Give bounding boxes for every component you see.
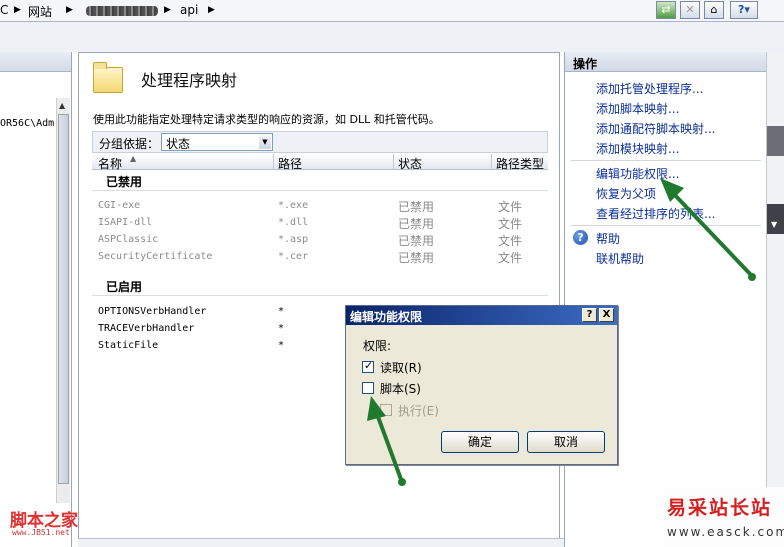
feature-pane: 处理程序映射 使用此功能指定处理特定请求类型的响应的资源，如 DLL 和托管代码…	[78, 52, 560, 547]
action-add-script-map[interactable]: 添加脚本映射...	[596, 100, 679, 117]
group-by-value: 状态	[166, 137, 191, 151]
connections-header	[0, 52, 71, 72]
cell-name: TRACEVerbHandler	[98, 323, 195, 334]
action-add-managed-handler[interactable]: 添加托管处理程序...	[596, 80, 703, 97]
cell-type: 文件	[498, 217, 523, 231]
action-add-module-map[interactable]: 添加模块映射...	[596, 140, 679, 157]
actions-divider	[571, 160, 761, 161]
group-by-select[interactable]: 状态 ▼	[161, 133, 273, 151]
action-revert-to-parent[interactable]: 恢复为父项	[596, 185, 656, 202]
edit-permissions-dialog: 编辑功能权限 ? X 权限: 读取(R) 脚本(S) 执行(E) 确定 取消	[345, 305, 618, 465]
breadcrumb-sites[interactable]: 网站	[28, 3, 52, 20]
cell-name: SecurityCertificate	[98, 251, 213, 262]
cell-path: *	[278, 323, 285, 334]
scrollbar-thumb[interactable]	[58, 114, 69, 484]
breadcrumb-separator-icon[interactable]: ▶	[66, 5, 73, 15]
action-view-ordered-list[interactable]: 查看经过排序的列表...	[596, 205, 715, 222]
breadcrumb-separator-icon[interactable]: ▶	[14, 5, 21, 15]
breadcrumb-separator-icon[interactable]: ▶	[208, 5, 215, 15]
edge-block	[767, 126, 784, 156]
cell-name: CGI-exe	[98, 200, 141, 211]
cell-name: OPTIONSVerbHandler	[98, 306, 207, 317]
action-online-help[interactable]: 联机帮助	[596, 250, 644, 267]
dialog-close-button[interactable]: X	[599, 308, 614, 322]
actions-header: 操作	[565, 52, 767, 72]
cell-state: 已禁用	[398, 234, 435, 248]
execute-checkbox-label: 执行(E)	[398, 404, 439, 418]
action-add-wildcard-script-map[interactable]: 添加通配符脚本映射...	[596, 120, 715, 137]
cell-name: ISAPI-dll	[98, 217, 153, 228]
address-bar[interactable]: C ▶ 网站 ▶ ▶ api ▶ ⇄ ✕ ⌂ ?▾	[0, 0, 784, 22]
group-header-disabled: 已禁用	[106, 175, 143, 189]
redacted-site-name	[86, 6, 158, 16]
read-checkbox[interactable]	[362, 359, 374, 373]
connections-scrollbar[interactable]: ▲	[56, 98, 70, 503]
feature-pane-bottom-bar	[78, 538, 564, 547]
dialog-help-button[interactable]: ?	[582, 308, 597, 322]
cancel-button[interactable]: 取消	[527, 431, 605, 453]
sort-ascending-icon: ▲	[130, 154, 137, 163]
folder-icon	[93, 62, 123, 93]
home-icon[interactable]: ⌂	[704, 1, 724, 19]
chevron-down-icon[interactable]: ▼	[259, 135, 271, 149]
cell-state: 已禁用	[398, 217, 435, 231]
cell-name: StaticFile	[98, 340, 159, 351]
execute-checkbox[interactable]	[380, 404, 392, 416]
action-help[interactable]: 帮助	[596, 230, 620, 247]
read-checkbox-label[interactable]: 读取(R)	[380, 359, 422, 376]
cell-type: 文件	[498, 251, 523, 265]
cell-path: *.asp	[278, 234, 309, 245]
cell-path: *	[278, 306, 285, 317]
group-by-bar: 分组依据： 状态 ▼	[92, 131, 548, 153]
actions-divider	[571, 225, 761, 226]
column-divider[interactable]	[491, 154, 492, 170]
breadcrumb-root[interactable]: C	[0, 3, 8, 17]
group-divider	[92, 295, 548, 296]
connections-pane: OR56C\Adm ▲	[0, 52, 72, 547]
column-divider[interactable]	[273, 154, 274, 170]
right-edge-panel: ▼	[766, 52, 784, 547]
column-divider[interactable]	[393, 154, 394, 170]
scroll-up-icon[interactable]: ▲	[59, 101, 65, 110]
script-checkbox[interactable]	[362, 382, 374, 394]
actions-pane: 操作 添加托管处理程序... 添加脚本映射... 添加通配符脚本映射... 添加…	[564, 52, 767, 547]
cell-path: *	[278, 340, 285, 351]
cell-type: 文件	[498, 200, 523, 214]
tree-node-server[interactable]: OR56C\Adm	[0, 118, 54, 129]
help-icon[interactable]: ?▾	[730, 1, 758, 19]
cell-state: 已禁用	[398, 251, 435, 265]
help-icon[interactable]: ?	[573, 230, 588, 245]
refresh-icon[interactable]: ⇄	[656, 1, 676, 19]
breadcrumb-api[interactable]: api	[180, 3, 198, 17]
cell-path: *.cer	[278, 251, 309, 262]
actions-header-label: 操作	[573, 57, 598, 71]
dialog-title: 编辑功能权限	[350, 310, 423, 324]
group-divider	[92, 190, 548, 191]
watermark-right-title: 易采站长站	[667, 497, 773, 519]
list-header: 名称 ▲ 路径 状态 路径类型	[92, 154, 548, 171]
chevron-down-icon[interactable]: ▼	[771, 220, 777, 229]
cell-name: ASPClassic	[98, 234, 159, 245]
cell-state: 已禁用	[398, 200, 435, 214]
toolbar-strip	[0, 22, 784, 52]
page-description: 使用此功能指定处理特定请求类型的响应的资源，如 DLL 和托管代码。	[93, 113, 440, 126]
cell-type: 文件	[498, 234, 523, 248]
cell-path: *.exe	[278, 200, 309, 211]
watermark-right: 易采站长站 www.easck.com	[664, 487, 784, 547]
group-by-label: 分组依据：	[99, 137, 160, 151]
breadcrumb-separator-icon[interactable]: ▶	[164, 5, 171, 15]
stop-icon[interactable]: ✕	[680, 1, 700, 19]
script-checkbox-label[interactable]: 脚本(S)	[380, 380, 421, 397]
group-header-enabled: 已启用	[106, 280, 143, 294]
ok-button[interactable]: 确定	[441, 431, 519, 453]
cell-path: *.dll	[278, 217, 309, 228]
permissions-group-label: 权限:	[363, 339, 392, 353]
page-title: 处理程序映射	[141, 71, 238, 90]
edge-block	[767, 204, 784, 234]
watermark-right-url: www.easck.com	[667, 525, 784, 539]
dialog-titlebar[interactable]: 编辑功能权限 ? X	[346, 306, 617, 325]
action-edit-feature-permissions[interactable]: 编辑功能权限...	[596, 165, 679, 182]
watermark-left-url: www.JB51.net	[12, 528, 70, 537]
